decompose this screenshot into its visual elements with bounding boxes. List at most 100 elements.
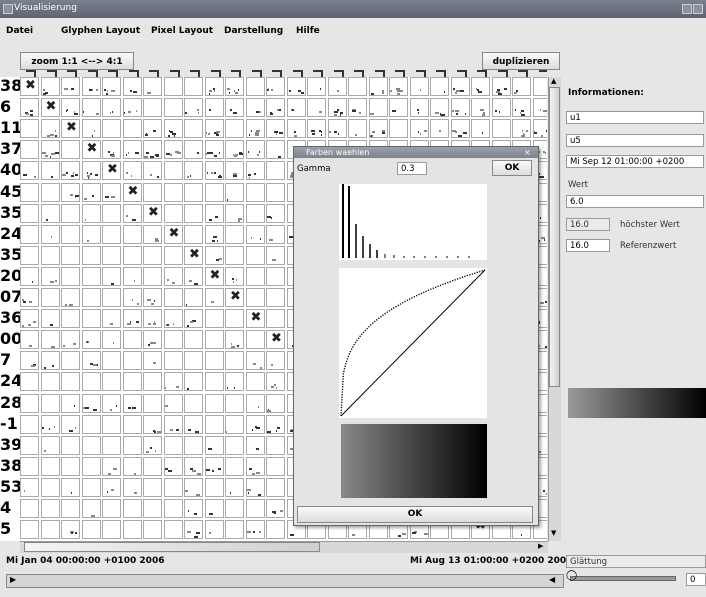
matrix-cell[interactable] <box>143 182 162 202</box>
matrix-cell[interactable] <box>61 77 80 96</box>
matrix-cell[interactable] <box>122 499 142 518</box>
matrix-cell[interactable] <box>102 77 121 96</box>
matrix-cell[interactable] <box>81 520 101 540</box>
smoothing-slider[interactable] <box>570 576 676 581</box>
matrix-cell[interactable] <box>266 140 285 160</box>
matrix-cell[interactable] <box>40 330 60 350</box>
matrix-cell[interactable] <box>143 119 162 139</box>
matrix-cell[interactable] <box>20 435 39 455</box>
matrix-cell[interactable]: ✖ <box>122 182 142 202</box>
matrix-cell[interactable] <box>102 330 121 350</box>
info-field-2[interactable]: u5 <box>566 134 704 147</box>
matrix-cell[interactable] <box>163 499 183 518</box>
matrix-cell[interactable] <box>61 477 80 497</box>
matrix-cell[interactable] <box>40 140 60 160</box>
matrix-cell[interactable] <box>184 372 203 392</box>
matrix-cell[interactable] <box>225 182 244 202</box>
matrix-cell[interactable] <box>20 520 39 540</box>
info-date-field[interactable]: Mi Sep 12 01:00:00 +0200 <box>566 155 704 168</box>
matrix-cell[interactable] <box>184 288 203 307</box>
matrix-cell[interactable] <box>204 224 224 244</box>
matrix-cell[interactable]: ✖ <box>245 309 265 329</box>
matrix-cell[interactable] <box>225 245 244 265</box>
matrix-cell[interactable] <box>61 161 80 181</box>
matrix-cell[interactable] <box>122 456 142 476</box>
matrix-cell[interactable] <box>204 182 224 202</box>
matrix-cell[interactable] <box>122 435 142 455</box>
matrix-cell[interactable] <box>225 435 244 455</box>
matrix-cell[interactable] <box>307 77 326 96</box>
matrix-cell[interactable] <box>245 182 265 202</box>
matrix-cell[interactable] <box>225 351 244 371</box>
matrix-cell[interactable] <box>40 372 60 392</box>
matrix-cell[interactable] <box>102 224 121 244</box>
matrix-cell[interactable]: ✖ <box>204 266 224 286</box>
scroll-right-icon[interactable]: ▶ <box>538 542 543 550</box>
matrix-cell[interactable] <box>61 456 80 476</box>
matrix-cell[interactable] <box>40 435 60 455</box>
matrix-cell[interactable] <box>102 393 121 413</box>
matrix-cell[interactable] <box>245 224 265 244</box>
matrix-cell[interactable] <box>245 456 265 476</box>
matrix-cell[interactable] <box>307 98 326 118</box>
matrix-cell[interactable] <box>245 161 265 181</box>
matrix-cell[interactable] <box>450 98 470 118</box>
matrix-cell[interactable] <box>143 309 162 329</box>
horizontal-scrollbar[interactable]: ▶ <box>20 541 548 553</box>
matrix-cell[interactable] <box>184 477 203 497</box>
matrix-cell[interactable] <box>409 119 429 139</box>
matrix-cell[interactable] <box>122 520 142 540</box>
matrix-cell[interactable] <box>204 477 224 497</box>
matrix-cell[interactable] <box>204 77 224 96</box>
menu-hilfe[interactable]: Hilfe <box>296 26 320 36</box>
slider-left-icon[interactable]: ▶ <box>10 575 16 584</box>
matrix-cell[interactable] <box>204 98 224 118</box>
matrix-cell[interactable] <box>491 77 511 96</box>
matrix-cell[interactable] <box>81 456 101 476</box>
matrix-cell[interactable] <box>245 393 265 413</box>
matrix-cell[interactable] <box>81 77 101 96</box>
matrix-cell[interactable] <box>409 77 429 96</box>
matrix-cell[interactable] <box>204 351 224 371</box>
matrix-cell[interactable]: ✖ <box>40 98 60 118</box>
matrix-cell[interactable] <box>430 77 449 96</box>
matrix-cell[interactable] <box>184 435 203 455</box>
matrix-cell[interactable] <box>348 119 367 139</box>
matrix-cell[interactable] <box>184 224 203 244</box>
matrix-cell[interactable] <box>163 203 183 223</box>
matrix-cell[interactable] <box>163 330 183 350</box>
matrix-cell[interactable] <box>204 520 224 540</box>
matrix-cell[interactable] <box>225 456 244 476</box>
menu-glyphen-layout[interactable]: Glyphen Layout <box>61 26 140 36</box>
matrix-cell[interactable] <box>122 330 142 350</box>
matrix-cell[interactable] <box>61 288 80 307</box>
matrix-cell[interactable] <box>163 414 183 434</box>
matrix-cell[interactable] <box>143 330 162 350</box>
matrix-cell[interactable] <box>532 77 547 96</box>
matrix-cell[interactable] <box>143 245 162 265</box>
matrix-cell[interactable] <box>163 77 183 96</box>
matrix-cell[interactable] <box>81 203 101 223</box>
matrix-cell[interactable] <box>20 456 39 476</box>
dialog-ok-top-button[interactable]: OK <box>492 160 532 176</box>
matrix-cell[interactable] <box>245 351 265 371</box>
matrix-cell[interactable] <box>61 520 80 540</box>
matrix-cell[interactable] <box>122 393 142 413</box>
matrix-cell[interactable] <box>430 98 449 118</box>
slider-right-icon[interactable]: ◀ <box>549 575 555 584</box>
scroll-up-icon[interactable]: ▲ <box>551 77 556 85</box>
matrix-cell[interactable] <box>266 309 285 329</box>
matrix-cell[interactable] <box>102 477 121 497</box>
matrix-cell[interactable] <box>204 245 224 265</box>
matrix-cell[interactable] <box>40 393 60 413</box>
matrix-cell[interactable] <box>225 266 244 286</box>
matrix-cell[interactable] <box>491 119 511 139</box>
matrix-cell[interactable] <box>40 456 60 476</box>
matrix-cell[interactable] <box>81 393 101 413</box>
matrix-cell[interactable] <box>368 77 388 96</box>
matrix-cell[interactable] <box>40 224 60 244</box>
matrix-cell[interactable] <box>122 266 142 286</box>
matrix-cell[interactable] <box>61 499 80 518</box>
matrix-cell[interactable] <box>266 182 285 202</box>
matrix-cell[interactable]: ✖ <box>102 161 121 181</box>
